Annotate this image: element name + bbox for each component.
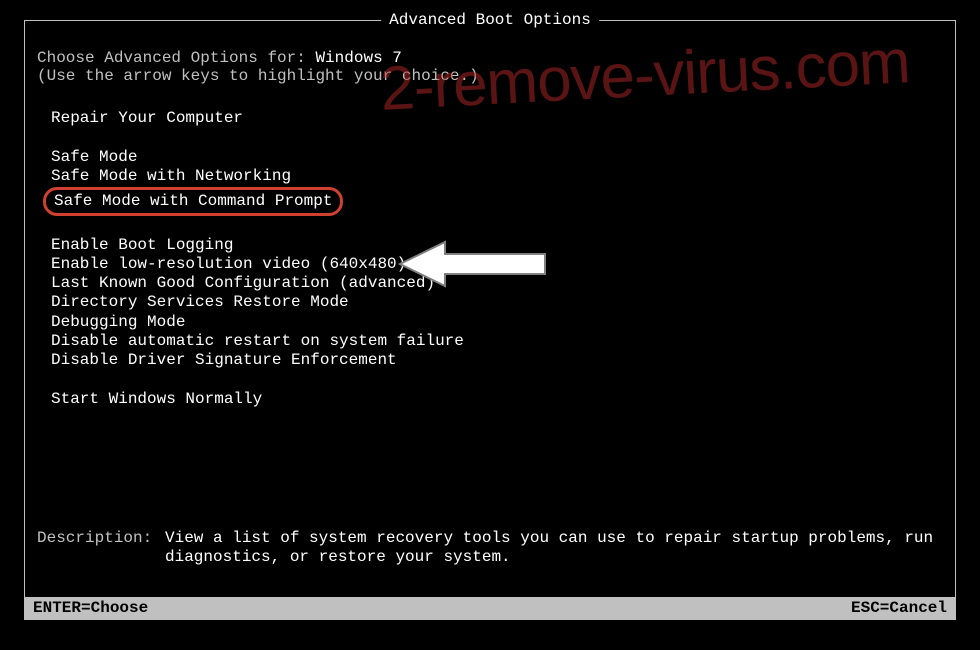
- pointer-arrow-icon: [395, 237, 555, 297]
- menu-disable-driver-sig[interactable]: Disable Driver Signature Enforcement: [51, 351, 397, 370]
- menu-disable-auto-restart[interactable]: Disable automatic restart on system fail…: [51, 332, 464, 351]
- menu-safe-mode-networking[interactable]: Safe Mode with Networking: [51, 167, 291, 186]
- menu-start-normally[interactable]: Start Windows Normally: [51, 390, 262, 409]
- os-name: Windows 7: [315, 49, 401, 67]
- description-text: View a list of system recovery tools you…: [165, 529, 943, 567]
- main-container: Advanced Boot Options Choose Advanced Op…: [24, 20, 956, 620]
- footer-bar: ENTER=Choose ESC=Cancel: [25, 597, 955, 619]
- arrow-keys-instruction: (Use the arrow keys to highlight your ch…: [37, 67, 943, 85]
- menu-safe-mode[interactable]: Safe Mode: [51, 148, 137, 167]
- choose-prefix: Choose Advanced Options for:: [37, 49, 315, 67]
- menu-dsrm[interactable]: Directory Services Restore Mode: [51, 293, 349, 312]
- menu-safe-mode-cmd[interactable]: Safe Mode with Command Prompt: [43, 187, 343, 216]
- menu-debugging-mode[interactable]: Debugging Mode: [51, 313, 185, 332]
- description-label: Description:: [37, 529, 165, 567]
- footer-enter-hint: ENTER=Choose: [33, 599, 148, 617]
- menu-boot-logging[interactable]: Enable Boot Logging: [51, 236, 233, 255]
- choose-options-line: Choose Advanced Options for: Windows 7: [37, 49, 943, 67]
- menu-repair-computer[interactable]: Repair Your Computer: [51, 109, 243, 128]
- menu-last-known-good[interactable]: Last Known Good Configuration (advanced): [51, 274, 435, 293]
- content-area: Choose Advanced Options for: Windows 7 (…: [25, 21, 955, 619]
- menu-low-res-video[interactable]: Enable low-resolution video (640x480): [51, 255, 406, 274]
- description-section: Description: View a list of system recov…: [37, 529, 943, 567]
- footer-esc-hint: ESC=Cancel: [851, 599, 947, 617]
